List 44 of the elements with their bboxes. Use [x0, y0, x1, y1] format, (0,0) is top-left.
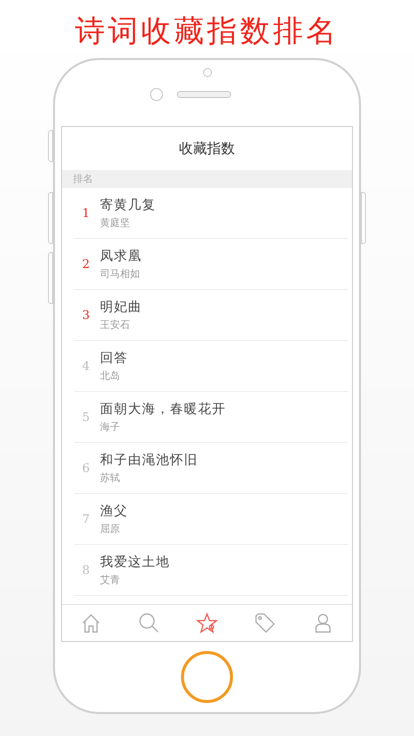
- ranking-item[interactable]: 8 我爱这土地 艾青: [74, 545, 348, 596]
- rank-number: 3: [81, 307, 91, 323]
- poem-title: 明妃曲: [100, 299, 142, 316]
- search-icon: [138, 612, 160, 634]
- poem-author: 海子: [100, 421, 121, 434]
- favorites-tab[interactable]: [194, 610, 220, 636]
- ranking-item[interactable]: 3 明妃曲 王安石: [74, 290, 348, 341]
- rank-number: 5: [81, 409, 91, 425]
- section-header: 排名: [62, 170, 352, 188]
- ranking-item[interactable]: 4 回答 北岛: [74, 341, 348, 392]
- tag-icon: [254, 612, 276, 634]
- home-button[interactable]: [181, 651, 233, 703]
- rank-number: 8: [81, 562, 91, 578]
- ranking-item[interactable]: 2 凤求凰 司马相如: [74, 239, 348, 290]
- star-icon: [196, 612, 218, 634]
- house-icon: [80, 612, 102, 634]
- rank-number: 2: [81, 256, 91, 272]
- poem-author: 艾青: [100, 574, 121, 587]
- headline: 诗词收藏指数排名: [75, 13, 339, 51]
- rank-number: 4: [81, 358, 91, 374]
- poem-title: 我爱这土地: [100, 554, 170, 571]
- speaker-slot: [176, 91, 230, 98]
- poem-author: 北岛: [100, 370, 121, 383]
- poem-author: 黄庭坚: [100, 216, 131, 230]
- ranking-item[interactable]: 7 渔父 屈原: [74, 494, 348, 545]
- camera-dot: [202, 68, 212, 77]
- poem-author: 司马相如: [100, 268, 141, 281]
- rank-number: 7: [81, 511, 91, 527]
- ranking-item[interactable]: 1 寄黄几复 黄庭坚: [74, 188, 348, 239]
- poem-title: 凤求凰: [100, 248, 142, 265]
- rank-number: 1: [81, 205, 91, 221]
- poem-title: 和子由渑池怀旧: [100, 452, 198, 469]
- screen-title: 收藏指数: [178, 140, 236, 158]
- ranking-item[interactable]: 5 面朝大海，春暖花开 海子: [74, 392, 348, 443]
- poem-title: 回答: [100, 350, 128, 367]
- poem-author: 王安石: [100, 318, 131, 332]
- rank-number: 6: [81, 460, 91, 476]
- sensor-dot: [150, 88, 162, 101]
- poem-title: 寄黄几复: [100, 197, 156, 214]
- poem-title: 面朝大海，春暖花开: [100, 401, 226, 418]
- ranking-item[interactable]: 6 和子由渑池怀旧 苏轼: [74, 443, 348, 494]
- poem-title: 渔父: [100, 503, 128, 520]
- poem-author: 屈原: [100, 523, 121, 536]
- poem-author: 苏轼: [100, 472, 121, 485]
